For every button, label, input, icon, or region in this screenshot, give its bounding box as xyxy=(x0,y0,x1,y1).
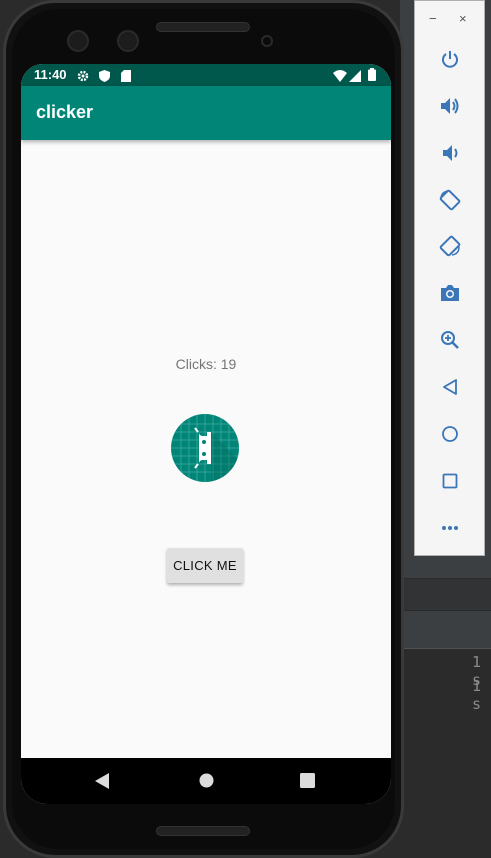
bottom-speaker xyxy=(156,826,250,836)
ide-tool-strip xyxy=(400,578,491,610)
status-time: 11:40 xyxy=(34,67,67,82)
app-title: clicker xyxy=(36,102,94,122)
overview-icon[interactable] xyxy=(436,467,464,495)
back-icon[interactable] xyxy=(95,773,109,794)
zoom-icon[interactable] xyxy=(436,326,464,354)
ide-tool-strip-2 xyxy=(400,610,491,648)
volume-down-icon[interactable] xyxy=(436,139,464,167)
back-icon[interactable] xyxy=(436,373,464,401)
signal-icon xyxy=(349,69,361,87)
app-toolbar: clicker xyxy=(21,86,391,140)
recents-icon[interactable] xyxy=(300,773,315,793)
click-me-button[interactable]: CLICK ME xyxy=(167,548,243,583)
proximity-sensor xyxy=(261,35,273,47)
rotate-right-icon[interactable] xyxy=(436,232,464,260)
shield-icon xyxy=(99,69,110,87)
power-icon[interactable] xyxy=(436,45,464,73)
front-camera xyxy=(67,30,89,52)
battery-icon xyxy=(368,68,376,86)
ide-log-line: 1 s xyxy=(472,677,482,713)
status-bar: 11:40 xyxy=(21,64,391,86)
camera-icon[interactable] xyxy=(436,279,464,307)
volume-up-icon[interactable] xyxy=(436,92,464,120)
phone-screen: 11:40 clicker Clicks: 19 CLICK ME xyxy=(21,64,391,804)
home-icon[interactable] xyxy=(199,773,214,793)
minimize-button[interactable]: − xyxy=(429,11,437,26)
more-icon[interactable] xyxy=(436,514,464,542)
sd-card-icon xyxy=(121,69,131,87)
emulator-toolbar: − × xyxy=(414,0,485,556)
earpiece-speaker xyxy=(156,22,250,32)
android-logo-icon[interactable] xyxy=(171,414,239,482)
home-icon[interactable] xyxy=(436,420,464,448)
close-button[interactable]: × xyxy=(459,11,467,26)
clicks-counter: Clicks: 19 xyxy=(175,356,237,372)
navigation-bar xyxy=(21,758,391,804)
front-sensor xyxy=(117,30,139,52)
gear-icon xyxy=(77,69,89,87)
wifi-icon xyxy=(333,69,347,87)
rotate-left-icon[interactable] xyxy=(436,186,464,214)
